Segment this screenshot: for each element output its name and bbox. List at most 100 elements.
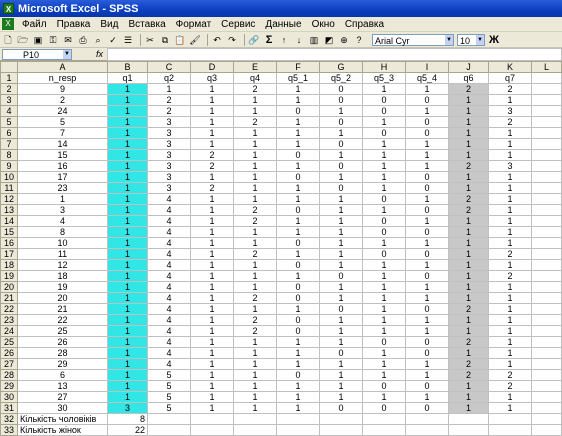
data-cell[interactable]: 4 <box>147 248 191 260</box>
data-cell[interactable]: 1 <box>107 105 148 117</box>
data-cell[interactable]: 1 <box>362 182 406 194</box>
help-icon[interactable]: ? <box>353 34 365 46</box>
empty-cell[interactable] <box>362 424 406 436</box>
empty-cell[interactable] <box>448 424 489 436</box>
data-cell[interactable]: 1 <box>190 116 234 128</box>
row-header[interactable]: 4 <box>0 105 18 117</box>
column-title-cell[interactable] <box>531 72 562 84</box>
empty-cell[interactable] <box>531 292 562 304</box>
data-cell[interactable]: 0 <box>362 226 406 238</box>
data-cell[interactable]: 0 <box>276 237 320 249</box>
data-cell[interactable]: 1 <box>107 336 148 348</box>
data-cell[interactable]: 3 <box>147 116 191 128</box>
zoom-icon[interactable]: ⊕ <box>338 34 350 46</box>
empty-cell[interactable] <box>190 424 234 436</box>
data-cell[interactable]: 1 <box>233 171 277 183</box>
data-cell[interactable]: 1 <box>488 182 532 194</box>
data-cell[interactable]: 4 <box>147 281 191 293</box>
data-cell[interactable]: 1 <box>488 237 532 249</box>
data-cell[interactable]: 3 <box>488 105 532 117</box>
data-cell[interactable]: 1 <box>107 215 148 227</box>
data-cell[interactable]: 0 <box>319 83 363 95</box>
data-cell[interactable]: 0 <box>362 94 406 106</box>
font-name-select[interactable]: Arial Cyr ▼ <box>372 33 454 46</box>
row-header[interactable]: 33 <box>0 424 18 436</box>
empty-cell[interactable] <box>190 413 234 425</box>
row-header[interactable]: 25 <box>0 336 18 348</box>
data-cell[interactable]: 1 <box>107 204 148 216</box>
permission-icon[interactable]: ⚿ <box>47 34 59 46</box>
data-cell[interactable]: 1 <box>488 215 532 227</box>
data-cell[interactable]: 1 <box>488 171 532 183</box>
data-cell[interactable]: 6 <box>17 369 108 381</box>
data-cell[interactable]: 1 <box>319 248 363 260</box>
data-cell[interactable]: 7 <box>17 127 108 139</box>
data-cell[interactable]: 1 <box>233 105 277 117</box>
data-cell[interactable]: 1 <box>107 237 148 249</box>
cut-icon[interactable]: ✂ <box>144 34 156 46</box>
data-cell[interactable]: 4 <box>147 193 191 205</box>
data-cell[interactable]: 2 <box>190 182 234 194</box>
column-header-l[interactable]: L <box>531 61 562 73</box>
menu-data[interactable]: Данные <box>260 17 306 32</box>
data-cell[interactable]: 1 <box>488 358 532 370</box>
summary-label[interactable]: Кількість жінок <box>17 424 108 436</box>
data-cell[interactable]: 2 <box>233 292 277 304</box>
data-cell[interactable]: 13 <box>17 380 108 392</box>
data-cell[interactable]: 1 <box>319 325 363 337</box>
data-cell[interactable]: 17 <box>17 171 108 183</box>
empty-cell[interactable] <box>531 215 562 227</box>
data-cell[interactable]: 16 <box>17 160 108 172</box>
empty-cell[interactable] <box>531 138 562 150</box>
data-cell[interactable]: 1 <box>233 160 277 172</box>
data-cell[interactable]: 3 <box>147 171 191 183</box>
summary-value[interactable]: 8 <box>107 413 148 425</box>
undo-icon[interactable]: ↶ <box>211 34 223 46</box>
data-cell[interactable]: 1 <box>319 237 363 249</box>
data-cell[interactable]: 1 <box>107 83 148 95</box>
empty-cell[interactable] <box>147 424 191 436</box>
data-cell[interactable]: 1 <box>362 138 406 150</box>
data-cell[interactable]: 4 <box>147 237 191 249</box>
data-cell[interactable]: 1 <box>319 149 363 161</box>
data-cell[interactable]: 23 <box>17 182 108 194</box>
data-cell[interactable]: 4 <box>147 215 191 227</box>
data-cell[interactable]: 1 <box>190 138 234 150</box>
data-cell[interactable]: 2 <box>488 380 532 392</box>
row-header[interactable]: 22 <box>0 303 18 315</box>
data-cell[interactable]: 0 <box>276 369 320 381</box>
data-cell[interactable]: 0 <box>276 259 320 271</box>
data-cell[interactable]: 2 <box>233 248 277 260</box>
data-cell[interactable]: 1 <box>107 314 148 326</box>
data-cell[interactable]: 8 <box>17 226 108 238</box>
data-cell[interactable]: 1 <box>233 303 277 315</box>
data-cell[interactable]: 1 <box>107 94 148 106</box>
data-cell[interactable]: 1 <box>190 248 234 260</box>
data-cell[interactable]: 24 <box>17 105 108 117</box>
data-cell[interactable]: 1 <box>190 94 234 106</box>
excel-app-icon[interactable]: X <box>3 3 14 14</box>
column-title-cell[interactable]: q7 <box>488 72 532 84</box>
data-cell[interactable]: 1 <box>107 149 148 161</box>
data-cell[interactable]: 1 <box>488 402 532 414</box>
empty-cell[interactable] <box>362 413 406 425</box>
data-cell[interactable]: 0 <box>276 171 320 183</box>
empty-cell[interactable] <box>531 281 562 293</box>
data-cell[interactable]: 0 <box>319 138 363 150</box>
data-cell[interactable]: 1 <box>190 270 234 282</box>
data-cell[interactable]: 11 <box>17 248 108 260</box>
data-cell[interactable]: 0 <box>405 204 449 216</box>
data-cell[interactable]: 3 <box>17 204 108 216</box>
data-cell[interactable]: 2 <box>233 325 277 337</box>
data-cell[interactable]: 1 <box>362 270 406 282</box>
empty-cell[interactable] <box>531 369 562 381</box>
data-cell[interactable]: 1 <box>448 402 489 414</box>
data-cell[interactable]: 1 <box>276 248 320 260</box>
data-cell[interactable]: 1 <box>276 160 320 172</box>
data-cell[interactable]: 4 <box>147 314 191 326</box>
data-cell[interactable]: 1 <box>190 391 234 403</box>
data-cell[interactable]: 1 <box>276 215 320 227</box>
data-cell[interactable]: 1 <box>190 369 234 381</box>
data-cell[interactable]: 0 <box>405 226 449 238</box>
column-title-cell[interactable]: q5_3 <box>362 72 406 84</box>
